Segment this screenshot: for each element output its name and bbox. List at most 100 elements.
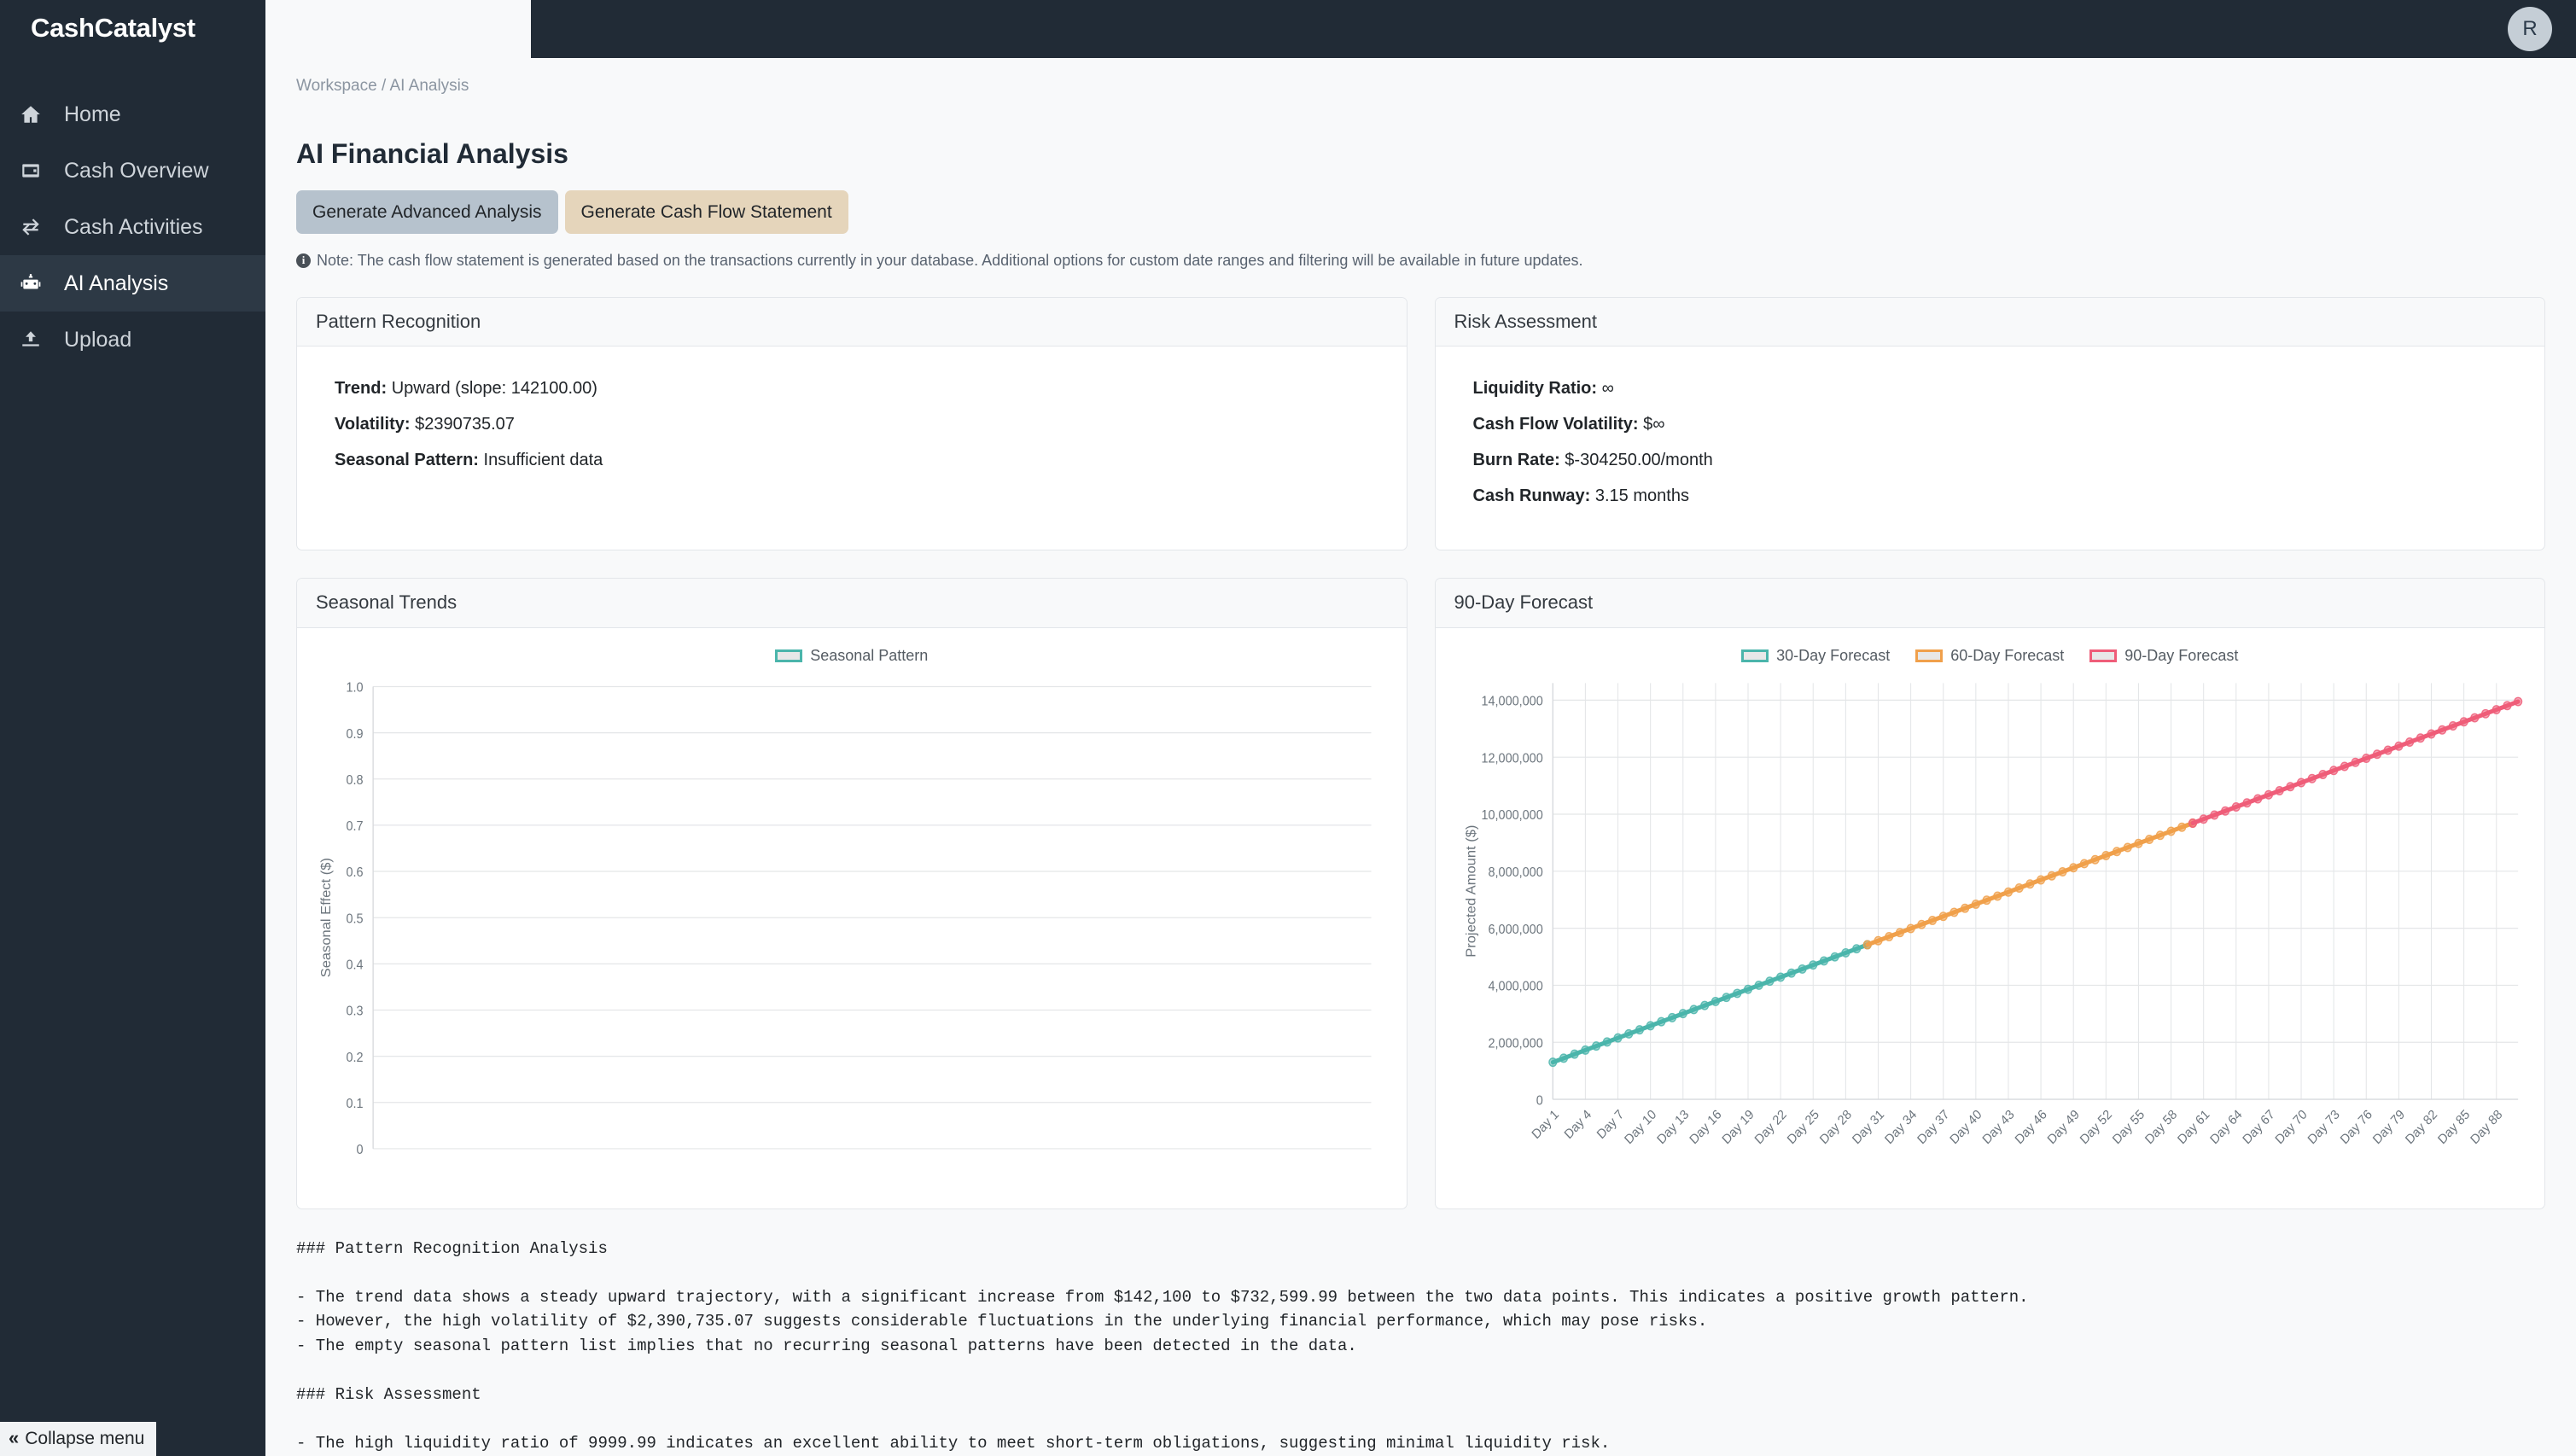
svg-text:Day 88: Day 88 bbox=[2468, 1107, 2505, 1147]
pattern-recognition-body: Trend: Upward (slope: 142100.00) Volatil… bbox=[297, 347, 1407, 514]
svg-text:Day 40: Day 40 bbox=[1947, 1107, 1984, 1147]
risk-value-burn-rate: $-304250.00/month bbox=[1565, 451, 1713, 470]
legend-label-seasonal-pattern: Seasonal Pattern bbox=[810, 646, 929, 664]
legend-item-30-day[interactable]: 30-Day Forecast bbox=[1741, 647, 1890, 666]
pattern-row-trend: Trend: Upward (slope: 142100.00) bbox=[335, 377, 1369, 399]
forecast-card: 90-Day Forecast 30-Day Forecast 60-Day F… bbox=[1434, 578, 2545, 1209]
sidebar-item-label: Home bbox=[64, 102, 121, 126]
svg-text:4,000,000: 4,000,000 bbox=[1488, 979, 1542, 994]
svg-text:Seasonal Effect ($): Seasonal Effect ($) bbox=[320, 858, 334, 977]
collapse-menu-button[interactable]: « Collapse menu bbox=[0, 1421, 157, 1456]
svg-text:8,000,000: 8,000,000 bbox=[1488, 865, 1542, 880]
svg-text:Day 43: Day 43 bbox=[1979, 1107, 2017, 1147]
svg-text:0.5: 0.5 bbox=[347, 911, 364, 926]
sidebar-item-upload[interactable]: Upload bbox=[0, 312, 265, 368]
svg-text:Day 1: Day 1 bbox=[1529, 1107, 1561, 1142]
forecast-body: 30-Day Forecast 60-Day Forecast 90-Day F… bbox=[1436, 628, 2545, 1208]
svg-text:Day 19: Day 19 bbox=[1719, 1107, 1757, 1147]
svg-text:14,000,000: 14,000,000 bbox=[1481, 694, 1542, 709]
note-text: Note: The cash flow statement is generat… bbox=[317, 252, 1583, 270]
sidebar-item-cash-activities[interactable]: Cash Activities bbox=[0, 199, 265, 255]
sidebar-item-ai-analysis[interactable]: AI Analysis bbox=[0, 254, 265, 312]
legend-item-90-day[interactable]: 90-Day Forecast bbox=[2089, 647, 2238, 666]
pattern-recognition-title: Pattern Recognition bbox=[297, 297, 1407, 347]
risk-label-volatility: Cash Flow Volatility: bbox=[1472, 415, 1639, 434]
page-title: AI Financial Analysis bbox=[296, 137, 568, 169]
svg-text:Day 16: Day 16 bbox=[1687, 1107, 1724, 1147]
svg-text:Day 61: Day 61 bbox=[2175, 1107, 2212, 1147]
legend-swatch-30-day-forecast bbox=[1741, 649, 1769, 663]
home-icon bbox=[19, 102, 43, 126]
svg-text:Day 52: Day 52 bbox=[2077, 1107, 2114, 1147]
app-root: CashCatalyst Home Cash Overview Cash Act… bbox=[0, 0, 2576, 1456]
pattern-row-seasonal: Seasonal Pattern: Insufficient data bbox=[335, 449, 1369, 471]
pattern-value-seasonal: Insufficient data bbox=[483, 451, 603, 470]
svg-text:Day 10: Day 10 bbox=[1622, 1107, 1659, 1147]
generate-cash-flow-statement-button[interactable]: Generate Cash Flow Statement bbox=[564, 190, 848, 235]
svg-text:0.4: 0.4 bbox=[347, 958, 364, 973]
content-area: Workspace / AI Analysis AI Financial Ana… bbox=[265, 58, 2576, 1456]
risk-value-liquidity: ∞ bbox=[1601, 379, 1614, 399]
risk-label-liquidity: Liquidity Ratio: bbox=[1472, 379, 1598, 399]
seasonal-trends-card: Seasonal Trends Seasonal Pattern 0 0.1 0.2… bbox=[296, 578, 1407, 1209]
risk-assessment-title: Risk Assessment bbox=[1435, 297, 2544, 347]
sidebar-item-label: AI Analysis bbox=[64, 271, 169, 295]
svg-text:0.8: 0.8 bbox=[347, 772, 364, 788]
avatar[interactable]: R bbox=[2508, 7, 2552, 51]
pattern-value-volatility: $2390735.07 bbox=[415, 415, 515, 434]
risk-row-burn-rate: Burn Rate: $-304250.00/month bbox=[1473, 449, 2508, 471]
sidebar-item-label: Cash Activities bbox=[64, 214, 203, 239]
sidebar-item-label: Cash Overview bbox=[64, 158, 209, 183]
svg-text:6,000,000: 6,000,000 bbox=[1488, 922, 1542, 937]
seasonal-plot[interactable]: 0 0.1 0.2 0.3 0.4 0.5 0.6 0.7 0.8 0.9 1.0 Seasonal … bbox=[309, 674, 1395, 1203]
robot-icon bbox=[19, 271, 43, 295]
seasonal-trends-body: Seasonal Pattern 0 0.1 0.2 0.3 0.4 0.5 0.6 0.7 0… bbox=[297, 628, 1407, 1208]
transfer-icon bbox=[19, 215, 43, 239]
analysis-output-text: ### Pattern Recognition Analysis - The t… bbox=[296, 1238, 2029, 1453]
risk-value-volatility: $∞ bbox=[1643, 415, 1665, 434]
risk-value-cash-runway: 3.15 months bbox=[1594, 486, 1689, 506]
svg-text:Day 79: Day 79 bbox=[2369, 1107, 2407, 1147]
pattern-label-trend: Trend: bbox=[335, 379, 388, 399]
risk-assessment-card: Risk Assessment Liquidity Ratio: ∞ Cash … bbox=[1434, 296, 2545, 551]
legend-item-seasonal-pattern[interactable]: Seasonal Pattern bbox=[775, 647, 928, 666]
svg-text:Day 37: Day 37 bbox=[1915, 1107, 1952, 1147]
upload-icon bbox=[19, 328, 43, 352]
generate-advanced-analysis-button[interactable]: Generate Advanced Analysis bbox=[296, 190, 558, 235]
svg-text:Day 55: Day 55 bbox=[2109, 1107, 2147, 1147]
collapse-menu-label: Collapse menu bbox=[25, 1428, 145, 1448]
forecast-title: 90-Day Forecast bbox=[1435, 579, 2544, 628]
risk-row-volatility: Cash Flow Volatility: $∞ bbox=[1473, 413, 2508, 435]
svg-text:Day 58: Day 58 bbox=[2142, 1107, 2180, 1147]
svg-text:Day 25: Day 25 bbox=[1784, 1107, 1821, 1147]
wallet-icon bbox=[19, 159, 43, 183]
forecast-plot[interactable]: Day 1 Day 4 Day 7 Day 10 Day 13 Day 16 Day 19 D… bbox=[1448, 674, 2533, 1203]
legend-item-60-day[interactable]: 60-Day Forecast bbox=[1915, 647, 2064, 666]
risk-label-burn-rate: Burn Rate: bbox=[1472, 451, 1560, 470]
svg-text:Day 22: Day 22 bbox=[1751, 1107, 1789, 1147]
svg-text:10,000,000: 10,000,000 bbox=[1481, 807, 1542, 823]
svg-text:Day 70: Day 70 bbox=[2272, 1107, 2310, 1147]
legend-label-30-day-forecast: 30-Day Forecast bbox=[1776, 646, 1891, 664]
svg-text:0.1: 0.1 bbox=[347, 1096, 364, 1111]
legend-swatch-seasonal-pattern bbox=[775, 649, 803, 663]
legend-label-60-day-forecast: 60-Day Forecast bbox=[1950, 646, 2065, 664]
sidebar-item-cash-overview[interactable]: Cash Overview bbox=[0, 143, 265, 199]
svg-text:Day 13: Day 13 bbox=[1654, 1107, 1692, 1147]
svg-text:2,000,000: 2,000,000 bbox=[1488, 1036, 1542, 1051]
pattern-recognition-card: Pattern Recognition Trend: Upward (slope… bbox=[296, 296, 1407, 551]
svg-text:Day 76: Day 76 bbox=[2337, 1107, 2375, 1147]
sidebar-nav: Home Cash Overview Cash Activities AI An… bbox=[0, 86, 265, 368]
svg-text:0.2: 0.2 bbox=[347, 1050, 364, 1065]
svg-text:Day 73: Day 73 bbox=[2305, 1107, 2342, 1147]
svg-text:0.9: 0.9 bbox=[347, 726, 364, 742]
svg-text:Day 49: Day 49 bbox=[2044, 1107, 2082, 1147]
breadcrumb[interactable]: Workspace / AI Analysis bbox=[296, 77, 2545, 96]
svg-text:12,000,000: 12,000,000 bbox=[1481, 750, 1542, 766]
sidebar-item-home[interactable]: Home bbox=[0, 86, 265, 143]
chart-card-row: Seasonal Trends Seasonal Pattern 0 0.1 0.2… bbox=[296, 578, 2545, 1209]
svg-text:Day 31: Day 31 bbox=[1849, 1107, 1886, 1147]
legend-label-90-day-forecast: 90-Day Forecast bbox=[2124, 646, 2239, 664]
svg-text:0.6: 0.6 bbox=[347, 865, 364, 880]
risk-row-cash-runway: Cash Runway: 3.15 months bbox=[1473, 485, 2508, 507]
